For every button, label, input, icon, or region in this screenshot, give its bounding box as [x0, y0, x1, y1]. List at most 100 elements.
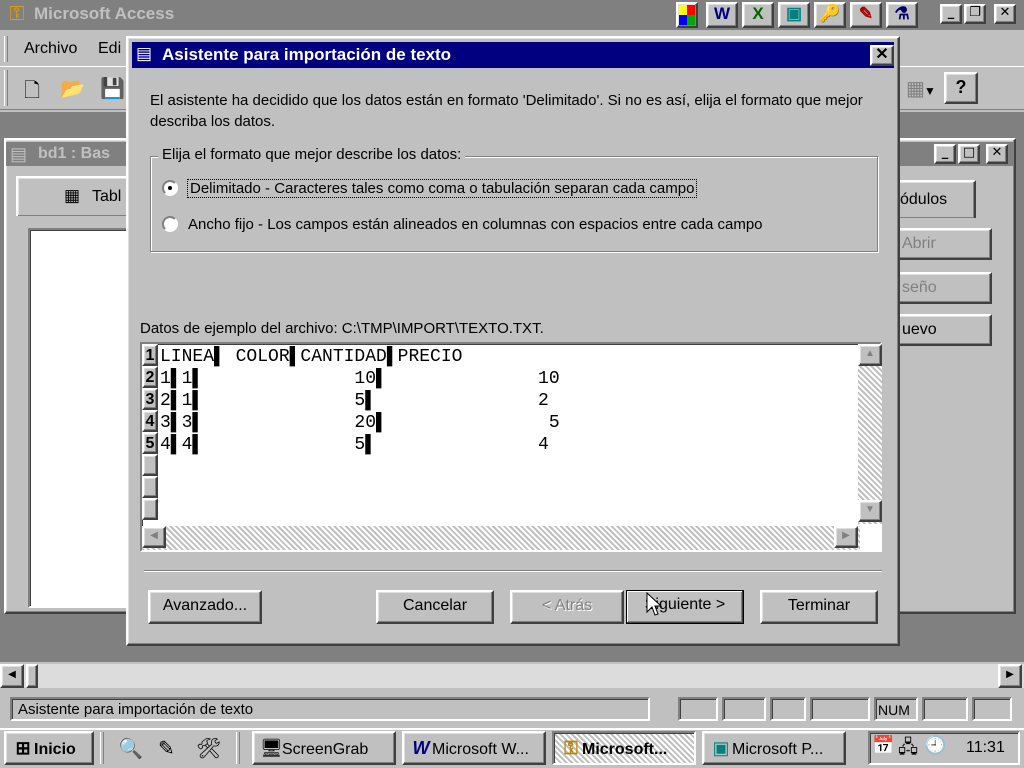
scroll-left-icon[interactable]: ◀: [142, 526, 166, 548]
import-text-wizard-dialog: ▤ Asistente para importación de texto ✕ …: [126, 36, 900, 646]
database-icon: ▤: [10, 144, 28, 164]
access-icon[interactable]: 🔑: [814, 2, 846, 28]
row-number: 5: [142, 432, 158, 454]
scroll-up-icon[interactable]: ▲: [858, 344, 882, 366]
app-title: Microsoft Access: [34, 4, 175, 23]
status-cell: [810, 697, 870, 721]
cancel-button[interactable]: Cancelar: [376, 590, 494, 624]
format-groupbox: [150, 156, 878, 252]
tools-icon[interactable]: 🛠: [196, 736, 221, 761]
status-num: NUM: [874, 697, 918, 721]
office-links-icon[interactable]: ▦: [906, 76, 925, 101]
advanced-button[interactable]: Avanzado...: [148, 590, 262, 624]
help-button[interactable]: ?: [944, 72, 978, 104]
scroll-left-icon[interactable]: ◀: [0, 664, 24, 688]
dialog-titlebar[interactable]: ▤ Asistente para importación de texto ✕: [132, 42, 894, 68]
sample-data-preview[interactable]: 12345 LINEA▌ COLOR▌CANTIDAD▌PRECIO 1▌1▌ 1…: [140, 342, 882, 552]
db-maximize-button[interactable]: □: [958, 144, 980, 164]
back-button[interactable]: < Atrás: [510, 590, 624, 624]
preview-vertical-scrollbar[interactable]: ▲ ▼: [858, 344, 882, 524]
status-cell: [922, 697, 968, 721]
dialog-title: Asistente para importación de texto: [162, 45, 452, 64]
db-close-button[interactable]: ✕: [986, 144, 1008, 164]
status-cell: [972, 697, 1012, 721]
screen-icon: 🖥: [260, 738, 283, 758]
status-text: Asistente para importación de texto: [10, 697, 650, 721]
database-title: bd1 : Bas: [38, 145, 111, 162]
close-icon: ✕: [875, 46, 889, 63]
sample-row: 3▌3▌ 20▌ 5: [160, 413, 560, 433]
task-access[interactable]: ⚿ Microsoft...: [552, 731, 696, 765]
save-icon[interactable]: 💾: [100, 76, 125, 101]
menu-edicion[interactable]: Edi: [98, 40, 121, 58]
schedule-icon[interactable]: ✎: [850, 2, 882, 28]
status-cell: [770, 697, 806, 721]
task-screengrab[interactable]: 🖥ScreenGrab: [252, 731, 396, 765]
tray-network-icon[interactable]: 🖧: [898, 735, 918, 765]
task-powerpoint[interactable]: ▣ Microsoft P...: [702, 731, 846, 765]
row-number-empty: [142, 476, 158, 498]
design-button[interactable]: seño: [894, 272, 992, 304]
word-icon[interactable]: W: [706, 2, 738, 28]
sample-row: LINEA▌ COLOR▌CANTIDAD▌PRECIO: [160, 347, 463, 367]
notepad-icon[interactable]: ✎: [158, 736, 175, 761]
scroll-down-icon[interactable]: ▼: [858, 500, 882, 522]
sample-row: 4▌4▌ 5▌ 4: [160, 435, 549, 455]
excel-icon[interactable]: X: [742, 2, 774, 28]
clock[interactable]: 11:31: [966, 739, 1005, 757]
status-cell: [678, 697, 718, 721]
open-button[interactable]: Abrir: [894, 228, 992, 260]
open-folder-icon[interactable]: 📂: [60, 76, 85, 101]
menubar-grip[interactable]: [4, 36, 8, 62]
dialog-separator: [144, 570, 882, 572]
explorer-icon[interactable]: 🔍: [118, 736, 143, 761]
new-button[interactable]: uevo: [894, 314, 992, 346]
sample-data-label: Datos de ejemplo del archivo: C:\TMP\IMP…: [140, 320, 544, 337]
radio-unchecked-icon[interactable]: [162, 216, 178, 232]
row-number: 1: [142, 344, 158, 366]
scroll-right-icon[interactable]: ▶: [998, 664, 1022, 688]
mouse-cursor-icon: [646, 592, 662, 616]
dropdown-arrow-icon[interactable]: ▼: [924, 84, 936, 98]
scroll-right-icon[interactable]: ▶: [834, 526, 858, 548]
powerpoint-icon[interactable]: ▣: [778, 2, 810, 28]
dialog-close-button[interactable]: ✕: [870, 45, 894, 66]
tray-calendar-icon[interactable]: 📅: [872, 735, 894, 756]
status-cell: [722, 697, 766, 721]
quicklaunch-grip[interactable]: [100, 732, 104, 764]
restore-button[interactable]: ❐: [964, 4, 986, 24]
sample-row: 2▌1▌ 5▌ 2: [160, 391, 549, 411]
powerpoint-icon: ▣: [712, 738, 730, 758]
system-tray: 📅 🖧 🕘 11:31: [868, 731, 1020, 765]
preview-horizontal-scrollbar[interactable]: ◀ ▶: [142, 526, 860, 550]
office-logo-icon[interactable]: [676, 2, 698, 28]
radio-fixed-width[interactable]: Ancho fijo - Los campos están alineados …: [162, 216, 763, 233]
help-icon: ?: [955, 77, 967, 97]
toolbar-grip[interactable]: [4, 70, 8, 106]
close-button[interactable]: ✕: [994, 4, 1016, 24]
taskbar-grip[interactable]: [236, 732, 240, 764]
minimize-button[interactable]: _: [940, 4, 962, 24]
start-button[interactable]: ⊞ Inicio: [4, 731, 94, 765]
bookshelf-icon[interactable]: ⚗: [886, 2, 918, 28]
sample-row: 1▌1▌ 10▌ 10: [160, 369, 560, 389]
next-button[interactable]: Siguiente >: [626, 590, 744, 624]
row-number-empty: [142, 498, 158, 520]
main-horizontal-scrollbar[interactable]: ◀ ▶: [0, 664, 1024, 688]
sample-data-text: LINEA▌ COLOR▌CANTIDAD▌PRECIO 1▌1▌ 10▌ 10 2…: [160, 346, 860, 456]
finish-button[interactable]: Terminar: [760, 590, 878, 624]
word-icon: W: [412, 738, 430, 758]
windows-logo-icon: ⊞: [15, 738, 31, 758]
new-file-icon[interactable]: 🗋: [24, 76, 40, 110]
menu-archivo[interactable]: Archivo: [24, 40, 77, 58]
row-number: 3: [142, 388, 158, 410]
row-number: 4: [142, 410, 158, 432]
db-minimize-button[interactable]: _: [934, 144, 956, 164]
scroll-thumb[interactable]: [26, 664, 38, 688]
radio-checked-icon[interactable]: [162, 180, 178, 196]
radio-delimited[interactable]: Delimitado - Caracteres tales como coma …: [162, 179, 698, 198]
wizard-icon: ▤: [136, 44, 153, 63]
task-word[interactable]: W Microsoft W...: [402, 731, 546, 765]
row-number-empty: [142, 454, 158, 476]
tray-clock-icon[interactable]: 🕘: [924, 735, 946, 756]
